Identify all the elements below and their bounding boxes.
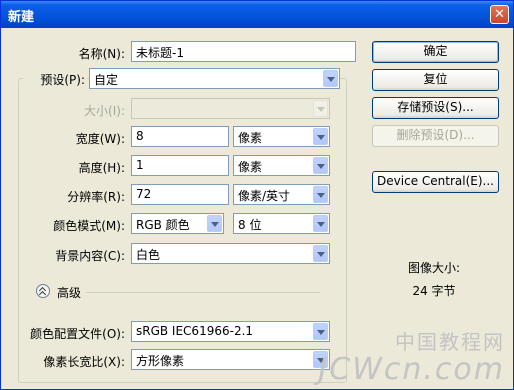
pixel-aspect-select[interactable]: 方形像素 [131,349,330,370]
reset-button[interactable]: 复位 [372,69,499,91]
pixel-aspect-value: 方形像素 [136,354,185,368]
name-input[interactable]: 未标题-1 [131,41,356,62]
chevron-down-icon [207,215,222,232]
resolution-label: 分辨率(R): [67,190,125,204]
background-value: 白色 [136,248,161,262]
color-mode-value: RGB 颜色 [136,218,190,232]
resolution-unit-select[interactable]: 像素/英寸 [233,184,330,205]
name-label: 名称(N): [78,47,125,61]
width-unit-select[interactable]: 像素 [233,126,330,147]
resolution-unit-value: 像素/英寸 [238,189,291,203]
new-document-dialog: 新建 ✕ 名称(N): 未标题-1 预设(P): 自定 大小(I): 宽度(W)… [0,0,514,390]
background-label: 背景内容(C): [55,249,125,263]
advanced-divider [86,292,320,293]
color-profile-select[interactable]: sRGB IEC61966-2.1 [131,321,330,342]
site-watermark: 中国教程网 JCWcn.com [318,326,505,385]
color-profile-value: sRGB IEC61966-2.1 [136,324,254,338]
width-label: 宽度(W): [75,132,125,146]
preset-value: 自定 [94,73,119,87]
dialog-title: 新建 [8,10,35,25]
height-input[interactable]: 1 [131,155,229,176]
title-bar[interactable]: 新建 ✕ [1,1,513,28]
image-size-label: 图像大小: [407,261,461,275]
chevron-down-icon [323,70,338,87]
size-select[interactable] [131,98,330,119]
pixel-aspect-label: 像素长宽比(X): [43,355,125,369]
height-unit-value: 像素 [238,160,263,174]
size-label: 大小(I): [84,104,125,118]
watermark-cn: 中国教程网 [395,330,505,354]
chevron-down-icon [313,186,328,203]
bit-depth-select[interactable]: 8 位 [233,213,330,234]
save-preset-button[interactable]: 存储预设(S)... [372,97,499,119]
preset-label: 预设(P): [23,71,87,88]
width-unit-value: 像素 [238,131,263,145]
width-input[interactable]: 8 [131,126,229,147]
height-label: 高度(H): [78,161,125,175]
close-icon: ✕ [494,7,505,22]
advanced-label: 高级 [57,286,82,300]
chevron-down-icon [313,100,328,117]
height-unit-select[interactable]: 像素 [233,155,330,176]
device-central-button[interactable]: Device Central(E)... [372,171,499,193]
color-mode-label: 颜色模式(M): [53,219,125,233]
chevron-down-icon [313,245,328,262]
watermark-en: JCWcn.com [318,352,505,387]
chevron-down-icon [313,215,328,232]
color-mode-select[interactable]: RGB 颜色 [131,213,224,234]
preset-select[interactable]: 自定 [89,68,340,89]
chevron-down-icon [313,157,328,174]
bit-depth-value: 8 位 [238,218,262,232]
image-size-value: 24 字节 [412,284,456,298]
advanced-toggle-icon[interactable] [36,284,50,298]
resolution-input[interactable]: 72 [131,184,229,205]
close-button[interactable]: ✕ [490,5,509,24]
ok-button[interactable]: 确定 [372,41,499,63]
delete-preset-button[interactable]: 删除预设(D)... [372,125,499,147]
chevron-down-icon [313,128,328,145]
background-select[interactable]: 白色 [131,243,330,264]
color-profile-label: 颜色配置文件(O): [30,327,125,341]
